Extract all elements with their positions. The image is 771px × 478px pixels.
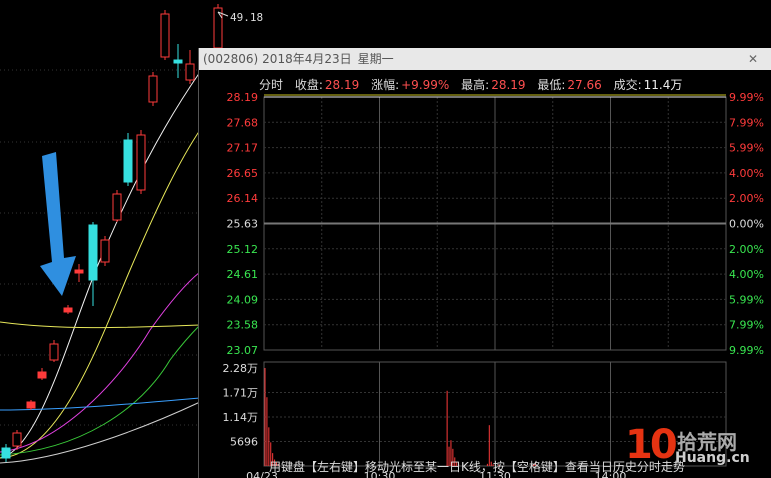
pct-axis-label: 5.99%	[729, 293, 764, 306]
pct-axis-label: 7.99%	[729, 319, 764, 332]
candle-body	[100, 239, 110, 263]
close-icon: ✕	[747, 52, 759, 66]
price-axis-label: 23.58	[227, 319, 259, 332]
timeshare-popup: (002806) 2018年4月23日 星期一 ✕ 28.19 9.99% 27.68 7…	[198, 48, 771, 478]
high-label: 49.18	[230, 11, 263, 24]
timeshare-chart[interactable]: 28.19 9.99% 27.68 7.99% 27.17 5.99% 26.65 4.00%…	[199, 70, 771, 478]
watermark-logo: 10 拾荒网 Huang.cn	[625, 422, 765, 472]
price-axis-label: 24.09	[227, 293, 259, 306]
moving-average-line	[0, 324, 201, 456]
label-close: 收盘:	[294, 78, 323, 92]
high-value: 28.19	[491, 78, 526, 92]
close-value: 28.19	[324, 78, 360, 92]
price-axis-label: 24.61	[227, 268, 259, 281]
popup-weekday: 星期一	[357, 52, 394, 66]
close-button[interactable]: ✕	[742, 48, 764, 70]
volume-axis-label: 1.14万	[223, 411, 259, 424]
popup-title-bar[interactable]: (002806) 2018年4月23日 星期一	[199, 48, 771, 70]
pct-axis-label: 7.99%	[729, 116, 764, 129]
candle-body	[1, 447, 11, 459]
change-value: +9.99%	[401, 78, 450, 92]
candle-body	[49, 343, 59, 361]
price-axis-label: 25.63	[227, 218, 259, 231]
candle-body	[173, 59, 183, 64]
pct-axis-label: 5.99%	[729, 142, 764, 155]
candle-body	[88, 224, 98, 281]
moving-average-line	[0, 401, 201, 464]
blue-arrow-icon	[40, 152, 76, 296]
volume-axis-label: 1.71万	[223, 387, 259, 400]
pct-axis-label: 4.00%	[729, 268, 764, 281]
low-value: 27.66	[567, 78, 602, 92]
label-low: 最低:	[537, 78, 566, 92]
stock-code: (002806)	[203, 52, 259, 66]
pct-axis-label: 2.00%	[729, 243, 764, 256]
pct-axis-label: 2.00%	[729, 192, 764, 205]
candle-body	[148, 75, 158, 103]
volume-axis-label: 2.28万	[223, 362, 259, 375]
price-axis-label: 27.68	[227, 116, 259, 129]
label-fenshi: 分时	[259, 78, 284, 92]
candle-body	[112, 193, 122, 221]
price-axis-label: 27.17	[227, 142, 259, 155]
popup-date: 2018年4月23日	[262, 52, 352, 66]
candle-body	[185, 63, 195, 81]
candle-body	[74, 269, 84, 274]
candle-body	[123, 139, 133, 183]
keyboard-hint: 用键盘【左右键】移动光标至某一日K线，按【空格键】查看当日历史分时走势	[269, 460, 685, 474]
watermark-url: Huang.cn	[675, 450, 750, 466]
info-bar: 分时 收盘: 28.19 涨幅: +9.99% 最高: 28.19 最低: 27.66 …	[259, 76, 690, 93]
price-axis-label: 25.12	[227, 243, 259, 256]
label-change: 涨幅:	[371, 78, 400, 92]
candle-body	[12, 432, 22, 447]
price-axis-label: 26.14	[227, 192, 259, 205]
candle-body	[136, 134, 146, 191]
label-high: 最高:	[461, 78, 490, 92]
candle-body	[37, 371, 47, 379]
watermark-number: 10	[625, 422, 678, 468]
pct-axis-label: 9.99%	[729, 91, 764, 104]
price-axis-label: 23.07	[227, 344, 259, 357]
price-axis-label: 26.65	[227, 167, 259, 180]
price-axis-label: 28.19	[227, 91, 259, 104]
moving-average-line	[0, 321, 201, 329]
candle-body	[26, 401, 36, 409]
label-volume: 成交:	[613, 78, 642, 92]
volume-value: 11.4万	[643, 78, 683, 92]
pct-axis-label: 4.00%	[729, 167, 764, 180]
pct-axis-label: 0.00%	[729, 218, 764, 231]
volume-axis-label: 5696	[230, 436, 258, 449]
candle-body	[213, 7, 223, 49]
pct-axis-label: 9.99%	[729, 344, 764, 357]
candle-body	[160, 13, 170, 58]
candle-body	[63, 307, 73, 313]
moving-average-line	[0, 129, 201, 459]
